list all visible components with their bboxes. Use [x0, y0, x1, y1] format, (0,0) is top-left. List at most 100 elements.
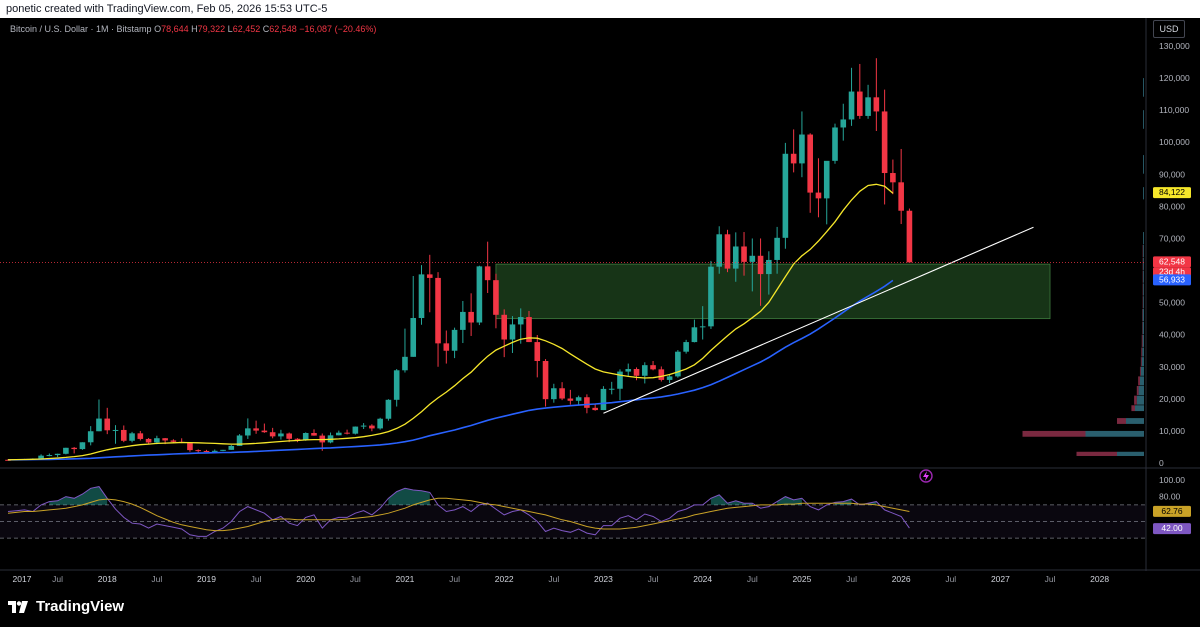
volume-profile-bar	[1076, 451, 1117, 456]
footer	[0, 590, 1200, 627]
volume-profile-bar	[1142, 334, 1144, 347]
candle-body	[542, 360, 549, 400]
candle-body	[650, 365, 656, 370]
candle-body	[38, 455, 44, 459]
candle-body	[137, 433, 144, 439]
candle-body	[790, 153, 797, 164]
candle-body	[360, 425, 367, 427]
tradingview-logo-text: TradingView	[36, 598, 125, 615]
candle-body	[509, 324, 516, 340]
candle-body	[302, 433, 309, 440]
candle-body	[468, 311, 474, 323]
candle-body	[898, 182, 904, 211]
volume-profile-bar	[1117, 451, 1144, 456]
volume-profile-bar	[1143, 296, 1144, 309]
volume-profile-bar	[1142, 321, 1144, 335]
price-tick-label: 70,000	[1159, 233, 1185, 243]
candle-body	[344, 432, 350, 434]
volume-profile-bar	[1136, 395, 1144, 405]
volume-profile-bar	[1143, 244, 1144, 258]
candle-body	[402, 356, 408, 371]
volume-profile-bar	[1138, 386, 1144, 396]
candle-body	[79, 442, 86, 450]
rsi-value-label: 42.00	[1161, 523, 1183, 533]
candle-body	[881, 111, 888, 174]
price-tick-label: 40,000	[1159, 330, 1185, 340]
legend-change: −16,087 (−20.46%)	[299, 24, 377, 34]
candle-body	[203, 450, 210, 452]
candle-body	[195, 450, 202, 452]
time-tick-label: Jul	[251, 574, 262, 584]
candle-body	[460, 311, 466, 330]
price-tick-label: 90,000	[1159, 169, 1185, 179]
tradingview-logo[interactable]: TradingView	[8, 598, 124, 615]
candle-body	[187, 442, 193, 451]
volume-profile-bar	[1143, 270, 1144, 283]
attribution-text: ponetic created with TradingView.com, Fe…	[6, 3, 328, 15]
chart-frame[interactable]: 130,000 120,000 110,000 100,000 90,000 80,000…	[0, 18, 1200, 590]
candle-body	[592, 407, 598, 411]
candle-body	[517, 317, 524, 325]
candle-body	[691, 327, 698, 343]
candle-body	[625, 369, 632, 372]
ma-slow-price-label: 56,933	[1159, 274, 1185, 284]
candle-body	[608, 388, 615, 390]
price-tick-label: 0	[1159, 458, 1164, 468]
price-tick-label: 110,000	[1159, 105, 1189, 115]
candle-body	[815, 192, 822, 199]
time-tick-label: 2024	[693, 574, 712, 584]
volume-profile-bar	[1022, 430, 1086, 437]
candle-body	[823, 160, 830, 199]
candle-body	[96, 418, 102, 432]
candle-body	[749, 255, 756, 262]
time-tick-label: Jul	[945, 574, 956, 584]
candle-body	[129, 433, 135, 441]
candle-body	[807, 134, 813, 193]
time-tick-label: 2019	[197, 574, 216, 584]
candle-body	[426, 274, 433, 278]
volume-profile-bar	[1117, 418, 1126, 424]
candle-body	[162, 438, 168, 441]
price-chart-svg[interactable]: 130,000 120,000 110,000 100,000 90,000 80,000…	[0, 18, 1200, 590]
candle-body	[145, 438, 152, 443]
candle-body	[369, 425, 375, 429]
candle-body	[484, 266, 491, 281]
volume-profile-bar	[1139, 376, 1144, 386]
candle-body	[352, 426, 359, 434]
time-tick-label: Jul	[151, 574, 162, 584]
volume-profile-bar	[1131, 405, 1135, 412]
candle-body	[253, 428, 259, 431]
candle-body	[741, 246, 747, 262]
candle-body	[708, 266, 714, 327]
candle-body	[46, 455, 53, 457]
candle-body	[567, 398, 574, 401]
volume-profile-bar	[1141, 357, 1144, 367]
candle-body	[683, 342, 689, 352]
volume-profile-bar	[1140, 357, 1142, 367]
price-tick-label: 120,000	[1159, 73, 1190, 83]
price-tick-label: 30,000	[1159, 362, 1185, 372]
currency-button[interactable]: USD	[1153, 20, 1185, 38]
time-tick-label: 2021	[395, 574, 414, 584]
candle-body	[220, 449, 226, 451]
candle-body	[890, 173, 896, 183]
candle-body	[154, 438, 160, 443]
candle-body	[170, 440, 177, 442]
candle-body	[857, 91, 863, 116]
candle-body	[732, 246, 739, 269]
volume-profile-bar	[1141, 347, 1143, 357]
candle-body	[600, 388, 607, 411]
candle-body	[71, 447, 77, 450]
candle-body	[336, 432, 342, 436]
volume-profile-bar	[1140, 366, 1144, 376]
candle-body	[501, 314, 507, 340]
candle-body	[873, 97, 880, 112]
time-tick-label: Jul	[747, 574, 758, 584]
candle-body	[443, 343, 450, 351]
price-tick-label: 50,000	[1159, 298, 1185, 308]
time-tick-label: Jul	[1045, 574, 1056, 584]
candle-body	[393, 370, 400, 400]
volume-profile-bar	[1143, 78, 1144, 97]
candle-body	[832, 127, 838, 161]
candle-body	[493, 280, 499, 315]
